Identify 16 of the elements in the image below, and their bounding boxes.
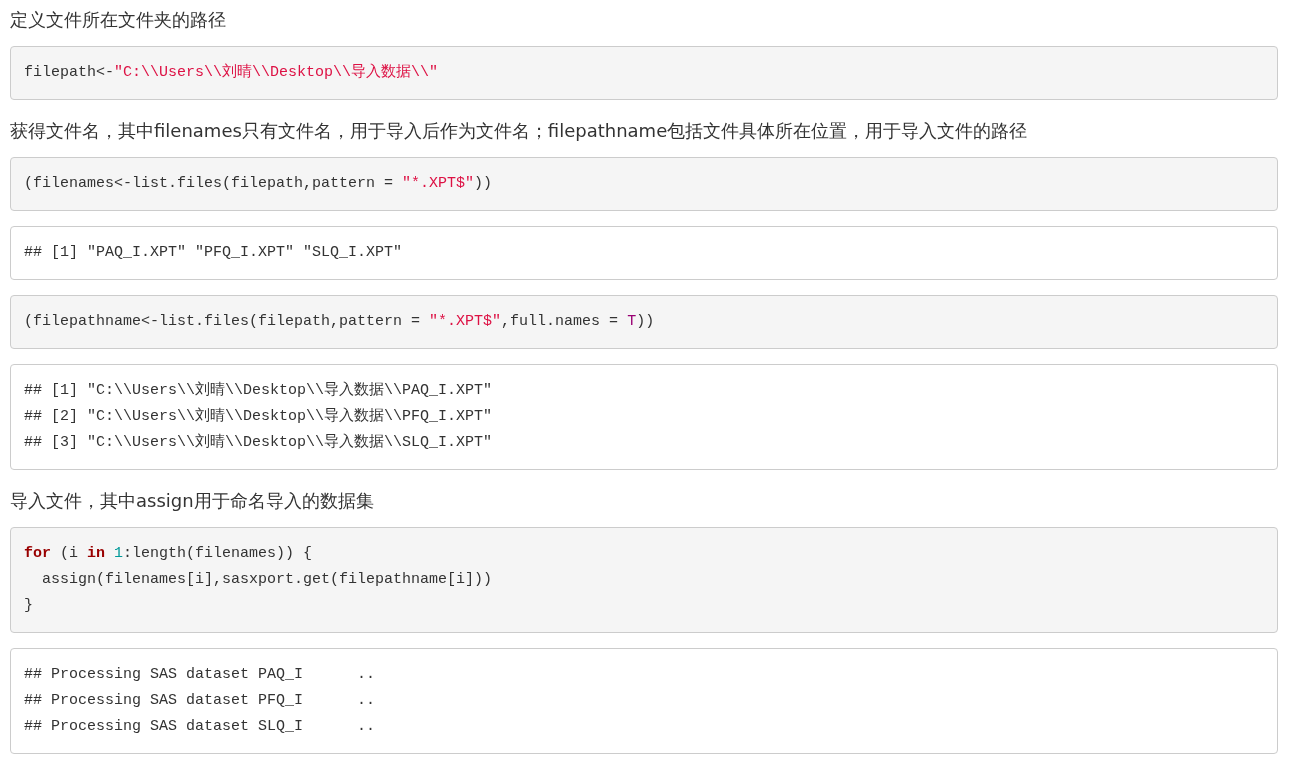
- paragraph: 导入文件，其中assign用于命名导入的数据集: [10, 489, 375, 513]
- output-line: ## Processing SAS dataset PFQ_I ..: [24, 691, 376, 711]
- code-line: (filepathname<-list.files(filepath,pattern = "*.XPT$",full.names = T)): [24, 312, 655, 332]
- code-line: filepath<-"C:\\Users\\刘晴\\Desktop\\导入数据\\": [24, 62, 439, 83]
- paragraph: 定义文件所在文件夹的路径: [10, 8, 227, 32]
- output-line: ## [2] "C:\\Users\\刘晴\\Desktop\\导入数据\\PFQ_I.XPT": [24, 406, 493, 427]
- code-line: (filenames<-list.files(filepath,pattern = "*.XPT$")): [24, 174, 493, 194]
- output-line: ## [3] "C:\\Users\\刘晴\\Desktop\\导入数据\\SLQ_I.XPT": [24, 432, 493, 453]
- code-line: }: [24, 596, 33, 616]
- output-line: ## Processing SAS dataset SLQ_I ..: [24, 717, 376, 737]
- output-line: ## [1] "C:\\Users\\刘晴\\Desktop\\导入数据\\PAQ_I.XPT": [24, 380, 493, 401]
- code-line: for (i in 1:length(filenames)) {: [24, 544, 313, 564]
- paragraph: 获得文件名，其中filenames只有文件名，用于导入后作为文件名；filepathname包括文件具体所在位置，用于导入文件的路径: [10, 119, 1029, 143]
- code-line: assign(filenames[i],sasxport.get(filepathname[i])): [41, 570, 493, 590]
- output-line: ## [1] "PAQ_I.XPT" "PFQ_I.XPT" "SLQ_I.XPT": [24, 243, 403, 263]
- output-line: ## Processing SAS dataset PAQ_I ..: [24, 665, 376, 685]
